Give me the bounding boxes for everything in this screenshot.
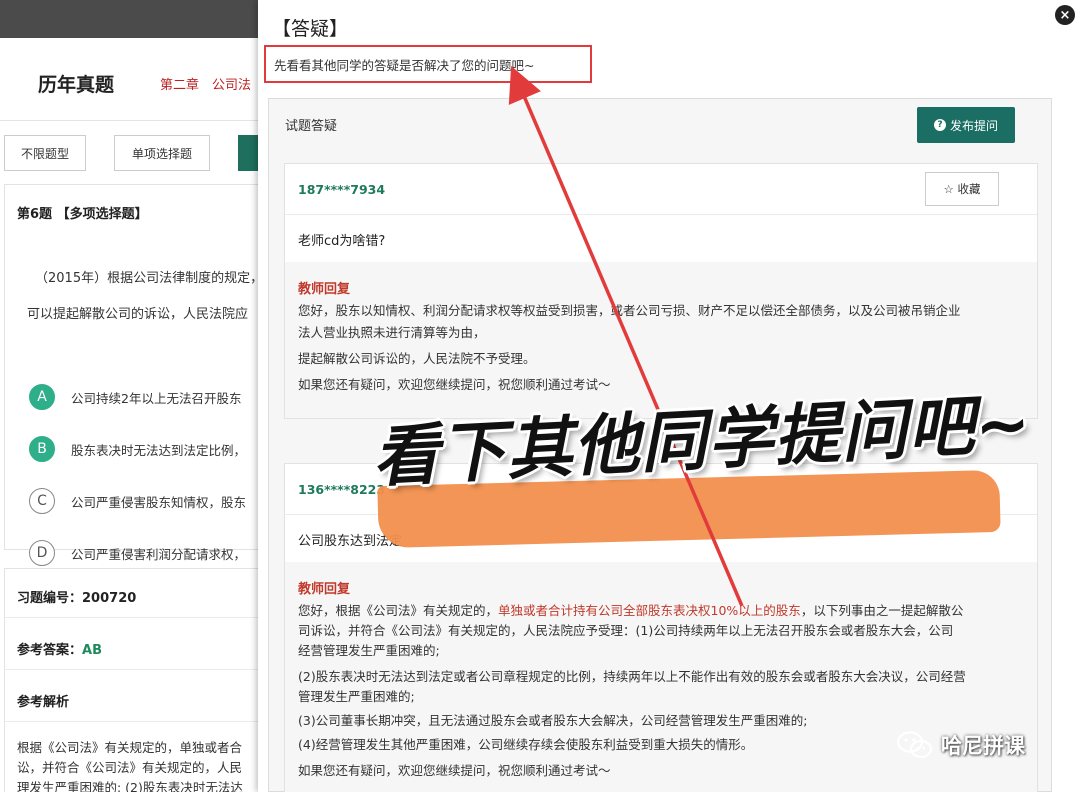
background-page: 历年真题 第二章 公司法 不限题型 单项选择题 第6题 【多项选择题】 （201… bbox=[0, 38, 271, 792]
option-letter: C bbox=[29, 488, 55, 514]
divider bbox=[5, 617, 271, 618]
option-text: 公司严重侵害利润分配请求权， bbox=[71, 546, 247, 562]
exercise-id: 习题编号：200720 bbox=[17, 591, 137, 606]
reply-line: 经营管理发生严重困难的; bbox=[298, 643, 440, 658]
option-a[interactable]: A 公司持续2年以上无法召开股东 bbox=[29, 383, 241, 411]
analysis-line: 理发生严重困难的; (2)股东表决时无法达 bbox=[17, 780, 243, 792]
option-text: 公司严重侵害股东知情权，股东 bbox=[71, 494, 247, 510]
question-text: （2015年）根据公司法律制度的规定， bbox=[35, 271, 264, 286]
divider bbox=[5, 669, 271, 670]
question-text: 可以提起解散公司的诉讼，人民法院应 bbox=[27, 307, 249, 322]
divider bbox=[285, 214, 1037, 215]
analysis-heading: 参考解析 bbox=[17, 695, 70, 710]
post-question-button[interactable]: ? 发布提问 bbox=[917, 107, 1015, 143]
option-d[interactable]: D 公司严重侵害利润分配请求权， bbox=[29, 539, 246, 567]
answer-card: 习题编号：200720 参考答案：AB 参考解析 根据《公司法》有关规定的，单独… bbox=[4, 568, 271, 792]
option-c[interactable]: C 公司严重侵害股东知情权，股东 bbox=[29, 487, 246, 515]
reply-line: (4)经营管理发生其他严重困难，公司继续存续会使股东利益受到重大损失的情形。 bbox=[298, 737, 754, 752]
favorite-button[interactable]: ☆ 收藏 bbox=[925, 172, 999, 206]
post-question-label: 发布提问 bbox=[949, 118, 998, 133]
close-icon[interactable]: × bbox=[1055, 5, 1075, 25]
reply-line: 法人营业执照未进行清算等为由， bbox=[298, 325, 486, 340]
hint-box: 先看看其他同学的答疑是否解决了您的问题吧~ bbox=[264, 45, 592, 83]
divider bbox=[0, 120, 270, 121]
reply-line: 如果您还有疑问，欢迎您继续提问，祝您顺利通过考试～ bbox=[298, 377, 611, 392]
tab-single-choice[interactable]: 单项选择题 bbox=[114, 135, 210, 171]
highlighted-text: 单独或者合计持有公司全部股东表决权10%以上的股东 bbox=[498, 603, 801, 618]
question-text: 老师cd为啥错? bbox=[298, 234, 386, 249]
option-letter: A bbox=[29, 384, 55, 410]
username: 187****7934 bbox=[298, 182, 386, 197]
reference-answer: 参考答案：AB bbox=[17, 643, 102, 658]
reply-line: 管理发生严重困难的; bbox=[298, 689, 415, 704]
watermark: 哈尼拼课 bbox=[895, 730, 1025, 760]
chapter-link[interactable]: 第二章 公司法 bbox=[160, 74, 251, 93]
analysis-line: 讼，并符合《公司法》有关规定的，人民 bbox=[17, 760, 243, 775]
question-card: 第6题 【多项选择题】 （2015年）根据公司法律制度的规定， 可以提起解散公司… bbox=[4, 184, 270, 566]
reply-line: 如果您还有疑问，欢迎您继续提问，祝您顺利通过考试～ bbox=[298, 763, 611, 778]
divider bbox=[5, 721, 271, 722]
reply-line: 您好，根据《公司法》有关规定的，单独或者合计持有公司全部股东表决权10%以上的股… bbox=[298, 603, 964, 618]
analysis-line: 根据《公司法》有关规定的，单独或者合 bbox=[17, 740, 243, 755]
reply-line: (2)股东表决时无法达到法定或者公司章程规定的比例，持续两年以上不能作出有效的股… bbox=[298, 669, 966, 684]
reply-line: 您好，股东以知情权、利润分配请求权等权益受到损害，或者公司亏损、财产不足以偿还全… bbox=[298, 303, 961, 318]
reply-label: 教师回复 bbox=[298, 282, 351, 297]
option-b[interactable]: B 股东表决时无法达到法定比例， bbox=[29, 435, 246, 463]
watermark-text: 哈尼拼课 bbox=[941, 734, 1025, 758]
wechat-icon bbox=[896, 731, 933, 759]
question-label: 第6题 【多项选择题】 bbox=[17, 207, 148, 222]
option-text: 股东表决时无法达到法定比例， bbox=[71, 442, 247, 458]
reply-line: 提起解散公司诉讼的，人民法院不予受理。 bbox=[298, 351, 536, 366]
tab-all-types[interactable]: 不限题型 bbox=[4, 135, 86, 171]
username: 136****8223 bbox=[298, 482, 386, 497]
modal-title: 【答疑】 bbox=[272, 18, 349, 40]
reply-line: (3)公司董事长期冲突，且无法通过股东会或者股东大会解决，公司经营管理发生严重困… bbox=[298, 713, 808, 728]
option-text: 公司持续2年以上无法召开股东 bbox=[71, 390, 242, 406]
panel-title: 试题答疑 bbox=[285, 119, 338, 134]
reply-line: 司诉讼，并符合《公司法》有关规定的，人民法院应予受理：(1)公司持续两年以上无法… bbox=[298, 623, 954, 638]
option-letter: D bbox=[29, 540, 55, 566]
reply-label: 教师回复 bbox=[298, 582, 351, 597]
page-title: 历年真题 bbox=[38, 74, 115, 96]
question-icon: ? bbox=[933, 119, 946, 131]
option-letter: B bbox=[29, 436, 55, 462]
